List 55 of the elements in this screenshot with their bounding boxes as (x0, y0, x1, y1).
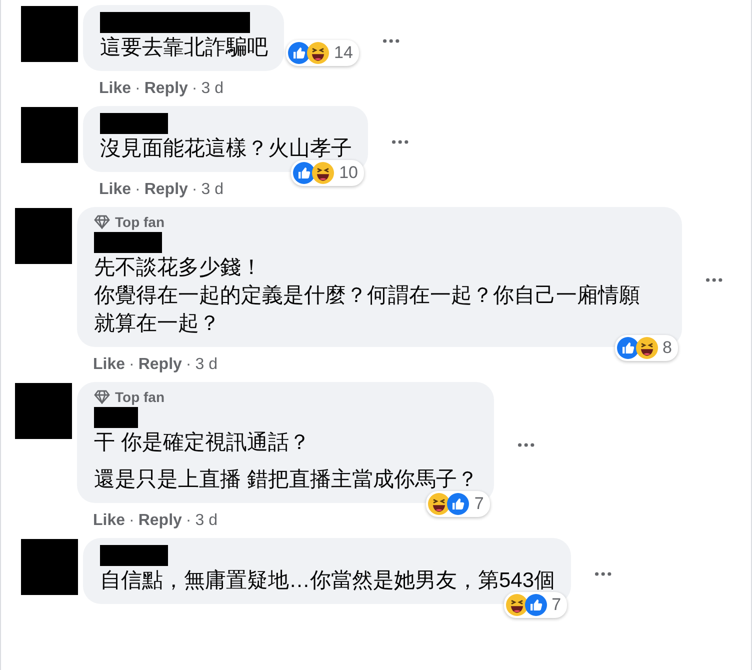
reply-link[interactable]: Reply (144, 181, 188, 199)
reaction-count: 10 (339, 163, 358, 183)
separator-dot: · (129, 512, 134, 530)
like-link[interactable]: Like (99, 181, 132, 199)
thumbs-up-icon (288, 42, 310, 64)
timestamp[interactable]: 3 d (201, 181, 224, 199)
timestamp[interactable]: 3 d (201, 80, 224, 98)
timestamp[interactable]: 3 d (195, 512, 218, 530)
comment-text: 干 你是確定視訊通話？ (94, 430, 311, 456)
separator-dot: · (135, 80, 140, 98)
reaction-count: 14 (334, 43, 353, 63)
separator-dot: · (186, 512, 192, 530)
comment-text: 還是只是上直播 錯把直播主當成你馬子？ (94, 467, 478, 493)
top-fan-label: Top fan (115, 389, 165, 405)
reply-link[interactable]: Reply (138, 512, 182, 530)
separator-dot: · (129, 356, 134, 374)
reaction-count: 7 (474, 494, 484, 514)
timestamp[interactable]: 3 d (195, 356, 218, 374)
redaction-bar (100, 545, 168, 566)
top-fan-label: Top fan (115, 214, 165, 230)
separator-dot: · (192, 80, 198, 98)
reply-link[interactable]: Reply (138, 356, 182, 374)
separator-dot: · (135, 181, 140, 199)
reaction-badge[interactable]: 7 (426, 491, 490, 517)
diamond-icon (94, 390, 110, 404)
reaction-badge[interactable]: 7 (504, 592, 568, 618)
separator-dot: · (186, 356, 192, 374)
thumbs-up-icon (524, 594, 547, 616)
laughing-face-icon (428, 493, 450, 515)
reaction-count: 7 (552, 595, 562, 615)
thumbs-up-icon (616, 337, 639, 359)
separator-dot: · (192, 181, 198, 199)
redaction-bar (100, 113, 168, 134)
reaction-count: 8 (662, 338, 672, 358)
reaction-badge[interactable]: 8 (614, 335, 678, 361)
thumbs-up-icon (447, 493, 470, 515)
reply-link[interactable]: Reply (144, 80, 188, 98)
comment-text: 這要去靠北詐騙吧 (100, 35, 268, 61)
reaction-badge[interactable]: 10 (291, 160, 364, 186)
comment-text: 你覺得在一起的定義是什麼？何謂在一起？你自己一廂情願就算在一起？ (94, 283, 641, 337)
laughing-face-icon (636, 337, 658, 359)
redaction-bar (94, 232, 162, 253)
diamond-icon (94, 215, 110, 229)
like-link[interactable]: Like (99, 80, 132, 98)
redaction-bar (94, 407, 138, 428)
comment-text: 自信點，無庸置疑地…你當然是她男友，第543個 (100, 568, 556, 594)
like-link[interactable]: Like (93, 356, 126, 374)
reaction-badge[interactable]: 14 (286, 40, 359, 66)
comment-text: 沒見面能花這樣？火山孝子 (100, 136, 352, 162)
laughing-face-icon (506, 594, 528, 616)
laughing-face-icon (307, 42, 329, 64)
thumbs-up-icon (293, 162, 316, 184)
laughing-face-icon (312, 162, 334, 184)
comment-text: 先不談花多少錢！ (94, 255, 263, 281)
like-link[interactable]: Like (93, 512, 126, 530)
